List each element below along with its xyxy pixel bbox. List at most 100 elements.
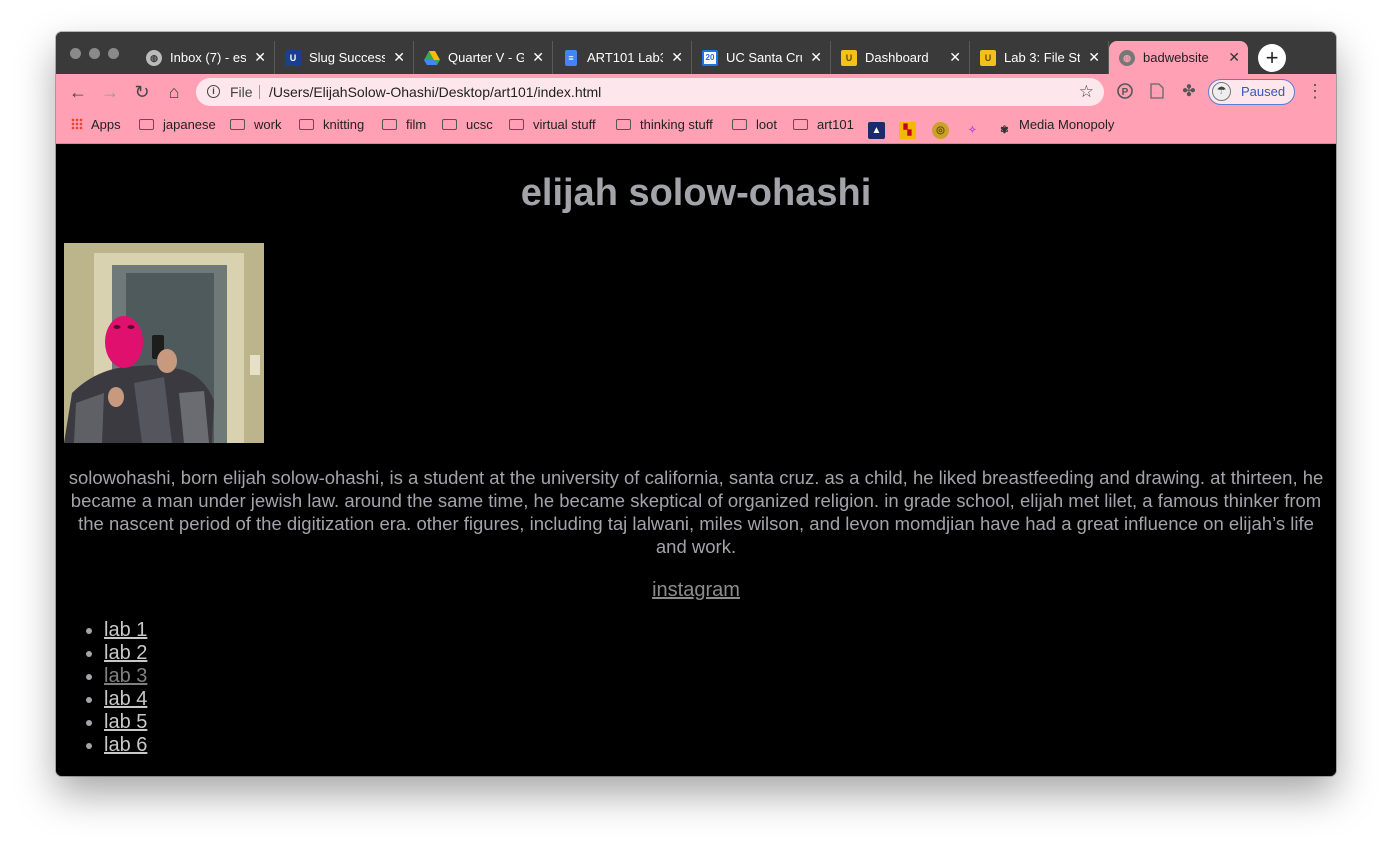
bookmark-folder-knitting[interactable]: knitting [299, 110, 364, 140]
bookmark-label: art101 [817, 117, 854, 132]
bookmark-label: Media Monopoly [1019, 117, 1115, 132]
reload-icon[interactable]: ↻ [128, 74, 156, 110]
toolbar: ← → ↻ ⌂ i File /Users/ElijahSolow-Ohashi… [56, 74, 1336, 110]
tab-art101-lab3[interactable]: ≡ ART101 Lab3 ✕ [553, 41, 692, 74]
tab-title: badwebsite [1143, 50, 1209, 65]
profile-photo [64, 243, 264, 443]
bookmark-label: japanese [163, 117, 216, 132]
tab-title: UC Santa Cru [726, 50, 802, 65]
browser-menu-icon[interactable]: ⋮ [1306, 74, 1324, 110]
folder-icon [616, 119, 631, 130]
bookmark-label: Apps [91, 117, 121, 132]
bookmark-folder-loot[interactable]: loot [732, 110, 777, 140]
list-item: lab 6 [104, 734, 147, 757]
docs-icon: ≡ [565, 50, 577, 66]
tab-slug-success[interactable]: U Slug Success ✕ [275, 41, 414, 74]
labs-list: lab 1 lab 2 lab 3 lab 4 lab 5 lab 6 [104, 619, 147, 757]
tab-quarter-v[interactable]: Quarter V - G ✕ [414, 41, 553, 74]
lab-1-link[interactable]: lab 1 [104, 619, 147, 641]
bookmark-label: knitting [323, 117, 365, 132]
page-title: elijah solow-ohashi [520, 172, 872, 214]
url-scheme: File [230, 84, 253, 100]
close-tab-icon[interactable]: ✕ [949, 41, 961, 74]
folder-icon [793, 119, 808, 130]
tab-inbox[interactable]: ◍ Inbox (7) - es ✕ [136, 41, 275, 74]
bookmark-folder-japanese[interactable]: japanese [139, 110, 216, 140]
url-text[interactable]: /Users/ElijahSolow-Ohashi/Desktop/art101… [269, 78, 601, 106]
tab-dashboard[interactable]: U Dashboard ✕ [831, 41, 970, 74]
tab-title: Quarter V - G [448, 50, 524, 65]
omnibox-divider [259, 85, 260, 99]
lab-2-link[interactable]: lab 2 [104, 642, 147, 664]
tree-site-icon: ✾ [1000, 125, 1009, 136]
puzzle-extensions-icon[interactable]: ✤ [1178, 74, 1200, 110]
close-tab-icon[interactable]: ✕ [810, 41, 822, 74]
tab-badwebsite[interactable]: ◍ badwebsite ✕ [1109, 41, 1248, 74]
calendar-icon: 20 [702, 50, 718, 66]
close-window-button[interactable] [70, 48, 81, 59]
tab-title: ART101 Lab3 [587, 50, 663, 65]
bookmark-site-1[interactable]: ▲ [868, 110, 885, 140]
zoom-window-button[interactable] [108, 48, 119, 59]
close-tab-icon[interactable]: ✕ [671, 41, 683, 74]
bookmark-folder-work[interactable]: work [230, 110, 281, 140]
bookmark-folder-virtual-stuff[interactable]: virtual stuff [509, 110, 596, 140]
tab-lab3-file[interactable]: U Lab 3: File St ✕ [970, 41, 1109, 74]
pinterest-extension-icon[interactable]: P [1114, 74, 1136, 110]
bookmark-label: virtual stuff [533, 117, 596, 132]
bookmark-label: film [406, 117, 427, 132]
bookmark-folder-ucsc[interactable]: ucsc [442, 110, 493, 140]
bookmarks-bar: Apps japanese work knitting film ucsc vi… [56, 110, 1336, 144]
bookmark-apps[interactable]: Apps [71, 110, 121, 140]
reader-extension-icon[interactable] [1146, 74, 1168, 110]
mountain-site-icon: ▲ [868, 122, 885, 139]
bookmark-label: loot [756, 117, 777, 132]
bookmark-star-icon[interactable]: ☆ [1079, 78, 1094, 106]
tab-title: Slug Success [309, 50, 385, 65]
address-bar[interactable]: i File /Users/ElijahSolow-Ohashi/Desktop… [196, 78, 1104, 106]
profile-status-label: Paused [1241, 84, 1286, 99]
folder-icon [732, 119, 747, 130]
bookmark-folder-thinking-stuff[interactable]: thinking stuff [616, 110, 713, 140]
forward-arrow-icon[interactable]: → [96, 74, 124, 110]
browser-window: ◍ Inbox (7) - es ✕ U Slug Success ✕ Quar… [56, 32, 1336, 776]
home-icon[interactable]: ⌂ [160, 74, 188, 110]
folder-icon [139, 119, 154, 130]
list-item: lab 3 [104, 665, 147, 688]
bookmark-site-4[interactable]: ✧ [964, 110, 981, 140]
close-tab-icon[interactable]: ✕ [1228, 41, 1240, 74]
list-item: lab 4 [104, 688, 147, 711]
tab-title: Lab 3: File St [1004, 50, 1080, 65]
seal-site-icon: ◎ [932, 122, 949, 139]
folder-icon [230, 119, 245, 130]
close-tab-icon[interactable]: ✕ [254, 41, 266, 74]
back-arrow-icon[interactable]: ← [64, 74, 92, 110]
ucsc-icon: U [841, 50, 857, 66]
site-info-icon[interactable]: i [207, 85, 220, 98]
profile-button[interactable]: ☂ Paused [1208, 79, 1295, 105]
bookmark-folder-art101[interactable]: art101 [793, 110, 854, 140]
ucsc-icon: U [285, 50, 301, 66]
bookmark-folder-film[interactable]: film [382, 110, 426, 140]
lab-3-link[interactable]: lab 3 [104, 665, 147, 687]
profile-avatar-icon: ☂ [1212, 82, 1231, 101]
bookmark-site-3[interactable]: ◎ [932, 110, 949, 140]
folder-icon [509, 119, 524, 130]
minimize-window-button[interactable] [89, 48, 100, 59]
new-tab-button[interactable]: + [1258, 44, 1286, 72]
bookmark-site-2[interactable]: ▚ [899, 110, 916, 140]
close-tab-icon[interactable]: ✕ [532, 41, 544, 74]
close-tab-icon[interactable]: ✕ [1088, 41, 1100, 74]
lab-5-link[interactable]: lab 5 [104, 711, 147, 733]
tab-title: Dashboard [865, 50, 929, 65]
instagram-link[interactable]: instagram [652, 579, 740, 601]
bookmark-media-monopoly[interactable]: ✾ Media Monopoly [996, 110, 1114, 140]
lab-6-link[interactable]: lab 6 [104, 734, 147, 756]
instagram-link-container: instagram [56, 578, 1336, 602]
tab-uc-santa-cruz[interactable]: 20 UC Santa Cru ✕ [692, 41, 831, 74]
close-tab-icon[interactable]: ✕ [393, 41, 405, 74]
svg-text:P: P [1122, 87, 1129, 98]
bookmark-label: thinking stuff [640, 117, 713, 132]
lab-4-link[interactable]: lab 4 [104, 688, 147, 710]
checkered-site-icon: ▚ [899, 122, 916, 139]
